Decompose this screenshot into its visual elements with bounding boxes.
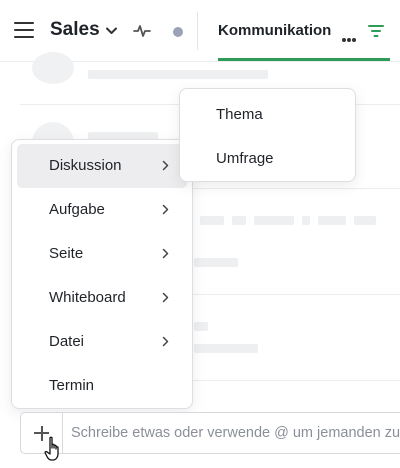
text-placeholder	[88, 70, 268, 79]
menu-item-label: Whiteboard	[49, 289, 126, 306]
text-placeholder	[232, 216, 246, 225]
filter-icon[interactable]	[368, 23, 384, 39]
text-placeholder	[318, 216, 346, 225]
menu-item-label: Termin	[49, 377, 95, 394]
menu-item-label: Aufgabe	[49, 201, 105, 218]
text-placeholder	[194, 344, 258, 353]
message-composer	[20, 412, 400, 454]
hamburger-icon[interactable]	[14, 20, 34, 38]
discussion-submenu: Thema Umfrage	[179, 88, 356, 182]
menu-item-label: Seite	[49, 245, 84, 262]
submenu-item-thema[interactable]: Thema	[180, 92, 355, 136]
chevron-right-icon	[162, 336, 169, 347]
avatar-placeholder	[32, 52, 74, 84]
chevron-right-icon	[162, 160, 169, 171]
text-placeholder	[302, 216, 310, 225]
chevron-down-icon	[105, 27, 117, 34]
submenu-item-label: Umfrage	[216, 150, 274, 167]
divider	[197, 12, 198, 50]
tab-label: Kommunikation	[218, 22, 332, 39]
text-placeholder	[200, 216, 224, 225]
menu-item-label: Diskussion	[49, 157, 122, 174]
plus-icon-stroke	[40, 425, 43, 441]
menu-item-diskussion[interactable]: Diskussion	[17, 144, 187, 188]
menu-item-label: Datei	[49, 333, 85, 350]
chevron-right-icon	[162, 248, 169, 259]
menu-item-termin[interactable]: Termin	[17, 364, 187, 408]
more-horizontal-icon[interactable]	[342, 29, 357, 47]
submenu-item-label: Thema	[216, 106, 263, 123]
menu-item-datei[interactable]: Datei	[17, 320, 187, 364]
submenu-item-umfrage[interactable]: Umfrage	[180, 136, 355, 180]
message-input[interactable]	[71, 413, 400, 453]
text-placeholder	[194, 258, 238, 267]
hand-pointer-icon	[44, 436, 59, 461]
channel-name: Sales	[50, 19, 100, 40]
channel-switcher[interactable]: Sales	[50, 19, 117, 41]
menu-item-whiteboard[interactable]: Whiteboard	[17, 276, 187, 320]
chevron-right-icon	[162, 292, 169, 303]
text-placeholder	[354, 216, 376, 225]
status-dot	[173, 27, 183, 37]
text-placeholder	[194, 322, 208, 331]
text-placeholder	[254, 216, 294, 225]
menu-item-aufgabe[interactable]: Aufgabe	[17, 188, 187, 232]
pulse-icon[interactable]	[133, 23, 151, 39]
chevron-right-icon	[162, 204, 169, 215]
menu-item-seite[interactable]: Seite	[17, 232, 187, 276]
create-menu: Diskussion Aufgabe Seite Whiteboard Date…	[11, 139, 193, 409]
